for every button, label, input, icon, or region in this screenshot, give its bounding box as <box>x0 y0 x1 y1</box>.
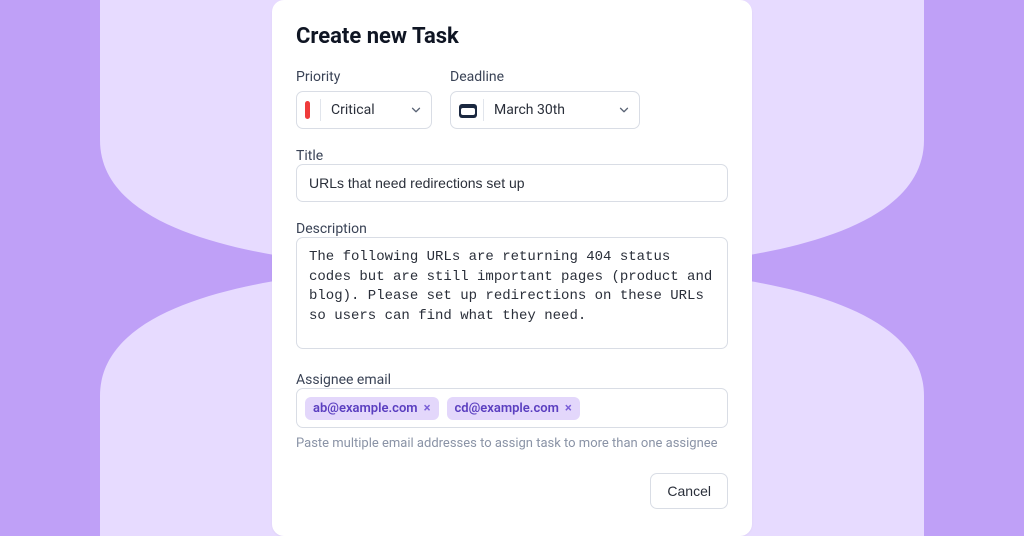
assignee-email-input[interactable]: ab@example.com × cd@example.com × <box>296 388 728 428</box>
create-task-modal: Create new Task Priority Critical Deadli… <box>272 0 752 536</box>
deadline-field: Deadline March 30th <box>450 69 640 129</box>
title-label: Title <box>296 148 323 164</box>
chip-text: cd@example.com <box>455 401 559 416</box>
remove-chip-icon[interactable]: × <box>424 401 431 416</box>
deadline-select[interactable]: March 30th <box>450 91 640 129</box>
deadline-value: March 30th <box>494 102 617 118</box>
modal-footer: Cancel <box>296 473 728 509</box>
cancel-button[interactable]: Cancel <box>650 473 728 509</box>
assignee-hint: Paste multiple email addresses to assign… <box>296 436 728 451</box>
email-chip[interactable]: cd@example.com × <box>447 397 580 420</box>
priority-indicator-icon <box>305 101 310 119</box>
description-textarea[interactable] <box>296 237 728 349</box>
priority-label: Priority <box>296 69 432 85</box>
priority-deadline-row: Priority Critical Deadline March 30th <box>296 69 728 129</box>
modal-title: Create new Task <box>296 24 728 49</box>
email-chip[interactable]: ab@example.com × <box>305 397 439 420</box>
remove-chip-icon[interactable]: × <box>565 401 572 416</box>
description-field-block: Description <box>296 218 728 353</box>
priority-value: Critical <box>331 102 409 118</box>
assignee-label: Assignee email <box>296 372 391 388</box>
description-label: Description <box>296 221 367 237</box>
chevron-down-icon <box>409 103 423 117</box>
calendar-icon <box>459 102 477 118</box>
divider <box>483 99 484 121</box>
chip-text: ab@example.com <box>313 401 418 416</box>
deadline-label: Deadline <box>450 69 640 85</box>
assignee-field-block: Assignee email ab@example.com × cd@examp… <box>296 369 728 451</box>
title-field-block: Title <box>296 145 728 202</box>
priority-select[interactable]: Critical <box>296 91 432 129</box>
chevron-down-icon <box>617 103 631 117</box>
divider <box>320 99 321 121</box>
priority-field: Priority Critical <box>296 69 432 129</box>
title-input[interactable] <box>296 164 728 202</box>
